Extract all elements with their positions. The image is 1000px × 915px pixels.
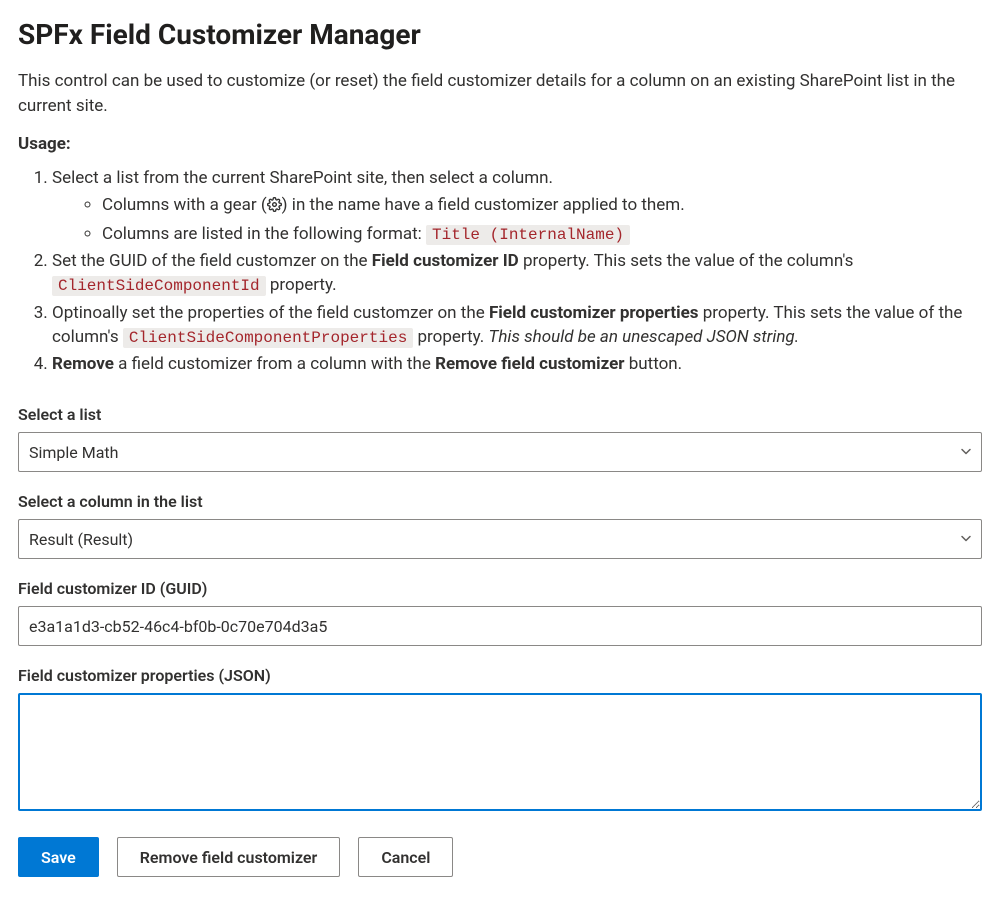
usage-step-1: Select a list from the current SharePoin… xyxy=(52,166,982,246)
usage-step-3-post1: property. xyxy=(413,327,488,347)
usage-step-3-pre: Optinoally set the properties of the fie… xyxy=(52,303,489,323)
usage-step-3-bold: Field customizer properties xyxy=(489,303,699,323)
select-list[interactable]: Simple Math xyxy=(18,432,982,472)
usage-step-3-italic: This should be an unescaped JSON string. xyxy=(489,327,800,347)
usage-step-2-pre: Set the GUID of the field customzer on t… xyxy=(52,251,372,271)
usage-step-2-mid: property. This sets the value of the col… xyxy=(519,251,854,271)
select-column-wrap: Result (Result) xyxy=(18,519,982,559)
usage-step-4-post: button. xyxy=(625,354,683,374)
usage-heading: Usage: xyxy=(18,134,982,154)
usage-step-1a: Columns with a gear ( ) in the name have … xyxy=(102,193,982,220)
usage-step-1a-pre: Columns with a gear ( xyxy=(102,195,267,215)
props-wrap xyxy=(18,693,982,815)
select-column-label: Select a column in the list xyxy=(18,492,982,511)
usage-step-1a-post: ) in the name have a field customizer ap… xyxy=(282,195,685,215)
props-textarea[interactable] xyxy=(18,693,982,811)
usage-step-4-mid: a field customizer from a column with th… xyxy=(114,354,435,374)
page-title: SPFx Field Customizer Manager xyxy=(18,18,982,51)
usage-list: Select a list from the current SharePoin… xyxy=(18,166,982,377)
save-button[interactable]: Save xyxy=(18,837,99,877)
usage-step-4-bold1: Remove xyxy=(52,354,114,374)
usage-step-1-sublist: Columns with a gear ( ) in the name have … xyxy=(52,193,982,247)
usage-step-1-text: Select a list from the current SharePoin… xyxy=(52,168,553,188)
select-list-wrap: Simple Math xyxy=(18,432,982,472)
gear-icon xyxy=(267,195,282,220)
usage-step-2-bold: Field customizer ID xyxy=(372,251,519,271)
guid-wrap xyxy=(18,606,982,646)
remove-customizer-button[interactable]: Remove field customizer xyxy=(117,837,341,877)
intro-text: This control can be used to customize (o… xyxy=(18,69,982,118)
usage-step-4-bold2: Remove field customizer xyxy=(435,354,624,374)
usage-step-3-code: ClientSideComponentProperties xyxy=(123,328,413,348)
usage-step-1b-code: Title (InternalName) xyxy=(426,225,630,245)
usage-step-2-code: ClientSideComponentId xyxy=(52,276,266,296)
button-row: Save Remove field customizer Cancel xyxy=(18,837,982,877)
guid-label: Field customizer ID (GUID) xyxy=(18,579,982,598)
usage-step-1b: Columns are listed in the following form… xyxy=(102,222,982,247)
usage-step-2-post: property. xyxy=(266,275,337,295)
usage-step-2: Set the GUID of the field customzer on t… xyxy=(52,249,982,299)
usage-step-1b-pre: Columns are listed in the following form… xyxy=(102,224,426,244)
select-column[interactable]: Result (Result) xyxy=(18,519,982,559)
props-label: Field customizer properties (JSON) xyxy=(18,666,982,685)
usage-step-3: Optinoally set the properties of the fie… xyxy=(52,301,982,351)
usage-step-4: Remove a field customizer from a column … xyxy=(52,352,982,377)
select-list-label: Select a list xyxy=(18,405,982,424)
page-root: SPFx Field Customizer Manager This contr… xyxy=(0,0,1000,905)
cancel-button[interactable]: Cancel xyxy=(358,837,453,877)
guid-input[interactable] xyxy=(18,606,982,646)
